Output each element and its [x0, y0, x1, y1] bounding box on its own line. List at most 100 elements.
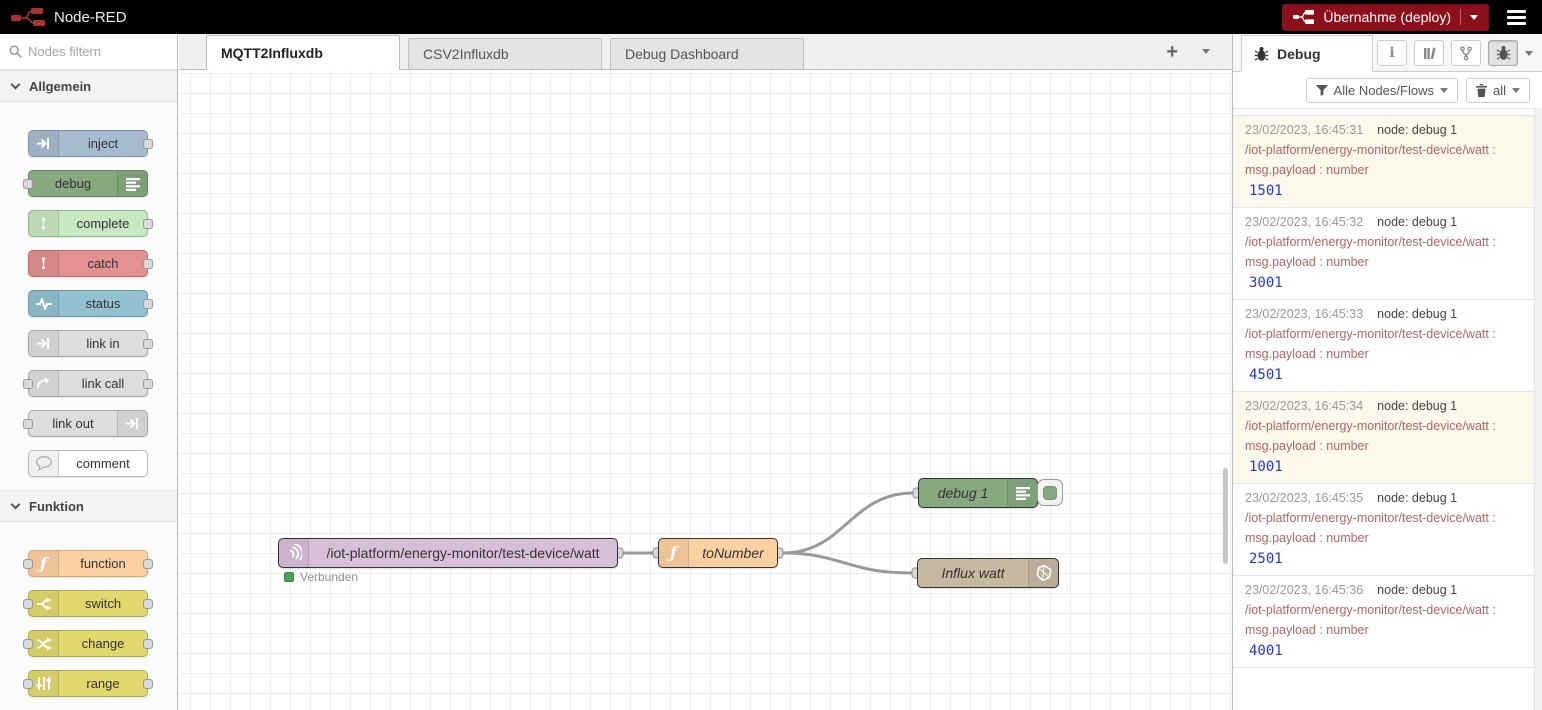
palette-node-label: debug — [29, 171, 117, 196]
input-port[interactable] — [23, 419, 33, 429]
wire-function-to-debug[interactable] — [783, 493, 913, 553]
output-port[interactable] — [143, 259, 153, 269]
palette-node-debug[interactable]: debug — [28, 170, 148, 197]
branch-icon — [1460, 46, 1472, 61]
palette-node-change[interactable]: change — [28, 630, 148, 657]
change-icon — [29, 631, 59, 656]
filter-funnel-icon — [1316, 85, 1328, 96]
debug-timestamp: 23/02/2023, 16:45:33 — [1245, 307, 1363, 322]
canvas-node-tonumber[interactable]: ƒ toNumber — [658, 538, 778, 568]
canvas-node-mqtt-in[interactable]: /iot-platform/energy-monitor/test-device… — [278, 538, 618, 568]
debug-message[interactable]: 23/02/2023, 16:45:34 node: debug 1 /iot-… — [1233, 392, 1534, 484]
palette-node-inject[interactable]: inject — [28, 130, 148, 157]
bug-icon — [1496, 45, 1511, 61]
palette-section-funktion[interactable]: Funktion — [0, 490, 177, 522]
canvas-node-influx-watt[interactable]: Influx watt — [917, 558, 1059, 588]
sidebar-tab-debug[interactable]: Debug — [1241, 35, 1373, 72]
debug-message-meta: 23/02/2023, 16:45:33 node: debug 1 — [1245, 307, 1522, 322]
deploy-options-button[interactable] — [1460, 9, 1478, 25]
debug-message[interactable]: 23/02/2023, 16:45:35 node: debug 1 /iot-… — [1233, 484, 1534, 576]
debug-scrollbar-track[interactable] — [1534, 108, 1542, 710]
debug-payload-value: 4001 — [1245, 643, 1522, 659]
palette-node-label: comment — [59, 451, 147, 476]
debug-payload-path: msg.payload : number — [1245, 439, 1522, 454]
palette-node-function[interactable]: ƒ function — [28, 550, 148, 577]
book-icon — [1423, 46, 1436, 60]
debug-clear-button[interactable]: all — [1466, 78, 1530, 103]
palette-node-link-call[interactable]: link call — [28, 370, 148, 397]
debug-payload-value: 3001 — [1245, 275, 1522, 291]
output-port[interactable] — [143, 139, 153, 149]
main-menu-button[interactable] — [1507, 10, 1526, 25]
debug-message[interactable]: msg.payload : number 3501 — [1233, 108, 1534, 116]
node-status: Verbunden — [284, 570, 358, 584]
palette-node-catch[interactable]: ! catch — [28, 250, 148, 277]
output-port[interactable] — [143, 379, 153, 389]
debug-message-list[interactable]: msg.payload : number 3501 23/02/2023, 16… — [1233, 108, 1534, 710]
palette-node-complete[interactable]: ! complete — [28, 210, 148, 237]
debug-enable-toggle[interactable] — [1037, 479, 1063, 506]
debug-filter-button[interactable]: Alle Nodes/Flows — [1306, 78, 1458, 103]
debug-payload-path: msg.payload : number — [1245, 531, 1522, 546]
brand: Node-RED — [10, 6, 127, 28]
output-port[interactable] — [143, 559, 153, 569]
palette-node-switch[interactable]: switch — [28, 590, 148, 617]
palette-node-link-out[interactable]: link out — [28, 410, 148, 437]
output-port[interactable] — [143, 599, 153, 609]
palette-node-link-in[interactable]: link in — [28, 330, 148, 357]
palette-node-range[interactable]: range — [28, 670, 148, 697]
palette-section-allgemein[interactable]: Allgemein — [0, 70, 177, 102]
wire-function-to-influx[interactable] — [783, 553, 912, 573]
canvas-vertical-scrollbar[interactable] — [1223, 468, 1228, 564]
deploy-button[interactable]: Übernahme (deploy) — [1282, 4, 1489, 31]
input-port[interactable] — [23, 639, 33, 649]
node-label: /iot-platform/energy-monitor/test-device… — [309, 539, 617, 567]
output-port[interactable] — [143, 679, 153, 689]
output-port[interactable] — [143, 639, 153, 649]
debug-message[interactable]: 23/02/2023, 16:45:32 node: debug 1 /iot-… — [1233, 208, 1534, 300]
debug-source-node: node: debug 1 — [1377, 583, 1457, 598]
output-port[interactable] — [143, 299, 153, 309]
input-port[interactable] — [23, 379, 33, 389]
input-port[interactable] — [23, 559, 33, 569]
flow-list-chevron-icon[interactable] — [1202, 49, 1210, 54]
debug-topic: /iot-platform/energy-monitor/test-device… — [1245, 143, 1522, 158]
debug-timestamp: 23/02/2023, 16:45:34 — [1245, 399, 1363, 414]
debug-source-node: node: debug 1 — [1377, 399, 1457, 414]
debug-payload-value: 1001 — [1245, 459, 1522, 475]
node-palette: Allgemein inject debug ! complete ! catc… — [0, 34, 178, 710]
debug-message[interactable]: 23/02/2023, 16:45:31 node: debug 1 /iot-… — [1233, 116, 1534, 208]
sidebar-options-chevron-icon[interactable] — [1525, 51, 1533, 56]
flow-tab-debug-dashboard[interactable]: Debug Dashboard — [610, 38, 804, 69]
chevron-down-icon — [1440, 88, 1448, 93]
palette-search-input[interactable] — [28, 44, 158, 59]
range-icon — [29, 671, 59, 696]
palette-node-comment[interactable]: comment — [28, 450, 148, 477]
info-tab-button[interactable]: i — [1377, 40, 1407, 66]
canvas-node-debug1[interactable]: debug 1 — [918, 478, 1038, 508]
debug-toolbar: Alle Nodes/Flows all — [1233, 72, 1542, 108]
debug-payload-value: 4501 — [1245, 367, 1522, 383]
flow-tab-mqtt2influxdb[interactable]: MQTT2Influxdb — [206, 35, 400, 70]
output-port[interactable] — [143, 339, 153, 349]
debug-message[interactable]: 23/02/2023, 16:45:33 node: debug 1 /iot-… — [1233, 300, 1534, 392]
debug-payload-value: 2501 — [1245, 551, 1522, 567]
config-nodes-button[interactable] — [1451, 40, 1481, 66]
help-library-button[interactable] — [1414, 40, 1444, 66]
link-in-icon — [29, 331, 59, 356]
debug-message[interactable]: 23/02/2023, 16:45:36 node: debug 1 /iot-… — [1233, 576, 1534, 668]
input-port[interactable] — [23, 179, 33, 189]
flow-canvas[interactable]: /iot-platform/energy-monitor/test-device… — [179, 70, 1232, 710]
add-flow-button[interactable]: + — [1166, 42, 1178, 62]
output-port[interactable] — [143, 219, 153, 229]
palette-node-status[interactable]: status — [28, 290, 148, 317]
palette-search[interactable] — [0, 34, 177, 70]
input-port[interactable] — [23, 599, 33, 609]
debug-topic: /iot-platform/energy-monitor/test-device… — [1245, 511, 1522, 526]
node-label: Influx watt — [918, 559, 1028, 587]
link-call-icon — [29, 371, 59, 396]
debug-timestamp: 23/02/2023, 16:45:36 — [1245, 583, 1363, 598]
debug-tab-button[interactable] — [1488, 40, 1518, 66]
input-port[interactable] — [23, 679, 33, 689]
flow-tab-csv2influxdb[interactable]: CSV2Influxdb — [408, 38, 602, 69]
